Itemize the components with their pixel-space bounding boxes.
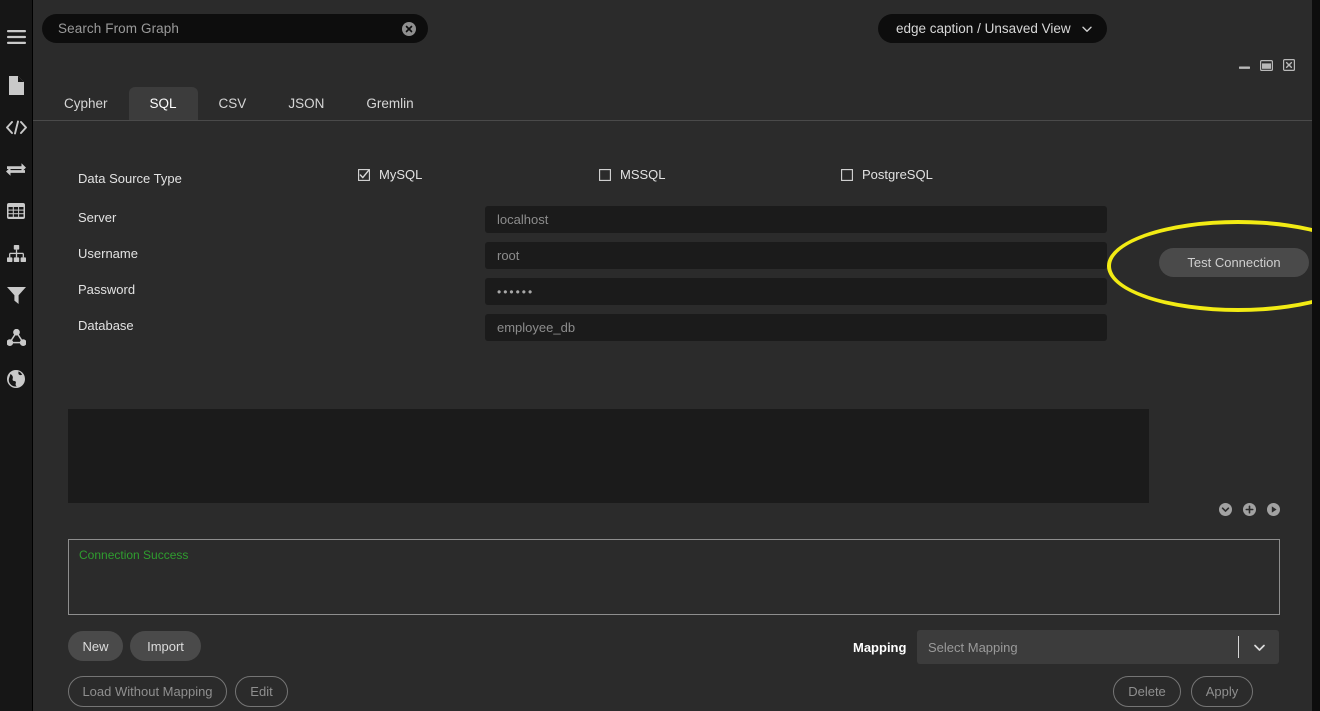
search-input[interactable]: Search From Graph	[42, 14, 428, 43]
connection-status-message: Connection Success	[79, 548, 1269, 562]
database-label: Database	[78, 314, 134, 338]
hierarchy-icon[interactable]	[0, 232, 33, 274]
tab-csv[interactable]: CSV	[198, 87, 268, 120]
delete-button[interactable]: Delete	[1113, 676, 1181, 707]
console-output[interactable]: Connection Success	[68, 539, 1280, 615]
test-connection-button[interactable]: Test Connection	[1159, 248, 1309, 277]
application-window: Search From Graph edge caption / Unsaved…	[0, 0, 1320, 711]
password-row: Password ••••••	[33, 278, 1320, 302]
checkbox-postgresql-label: PostgreSQL	[862, 167, 933, 182]
server-input[interactable]: localhost	[485, 206, 1107, 233]
username-input[interactable]: root	[485, 242, 1107, 269]
maximize-button[interactable]	[1260, 58, 1273, 76]
server-label: Server	[78, 206, 116, 230]
search-placeholder: Search From Graph	[58, 21, 402, 36]
top-bar: Search From Graph edge caption / Unsaved…	[33, 0, 1320, 88]
table-icon[interactable]	[0, 190, 33, 232]
filter-icon[interactable]	[0, 274, 33, 316]
swap-arrows-icon[interactable]	[0, 148, 33, 190]
view-selector[interactable]: edge caption / Unsaved View	[878, 14, 1107, 43]
close-button[interactable]	[1283, 58, 1295, 76]
mapping-select[interactable]: Select Mapping	[917, 630, 1279, 664]
checkbox-mysql-label: MySQL	[379, 167, 422, 182]
checkbox-unchecked-icon	[599, 169, 611, 181]
main-area: Search From Graph edge caption / Unsaved…	[33, 0, 1320, 711]
checkbox-postgresql[interactable]: PostgreSQL	[841, 167, 933, 182]
tab-sql[interactable]: SQL	[129, 87, 198, 120]
document-icon[interactable]	[0, 64, 33, 106]
code-icon[interactable]	[0, 106, 33, 148]
editor-action-icons	[1219, 503, 1280, 516]
chevron-down-circle-icon[interactable]	[1219, 503, 1232, 516]
data-source-type-label: Data Source Type	[78, 167, 182, 191]
checkbox-checked-icon	[358, 169, 370, 181]
import-button[interactable]: Import	[130, 631, 201, 661]
chevron-down-icon[interactable]	[1239, 640, 1279, 655]
username-row: Username root	[33, 242, 1320, 266]
tab-json[interactable]: JSON	[267, 87, 345, 120]
checkbox-mssql-label: MSSQL	[620, 167, 666, 182]
data-source-type-row: Data Source Type MySQL MSSQL	[33, 167, 1320, 191]
mapping-select-placeholder: Select Mapping	[917, 640, 1238, 655]
password-input[interactable]: ••••••	[485, 278, 1107, 305]
mapping-label: Mapping	[853, 640, 906, 655]
checkbox-mysql[interactable]: MySQL	[358, 167, 422, 182]
network-icon[interactable]	[0, 316, 33, 358]
sql-connection-panel: Data Source Type MySQL MSSQL	[33, 121, 1320, 710]
password-label: Password	[78, 278, 135, 302]
tab-cypher[interactable]: Cypher	[43, 87, 129, 120]
query-editor[interactable]	[68, 409, 1149, 503]
server-row: Server localhost	[33, 206, 1320, 230]
clear-circle-icon[interactable]	[402, 22, 416, 36]
tab-gremlin[interactable]: Gremlin	[345, 87, 434, 120]
plus-circle-icon[interactable]	[1243, 503, 1256, 516]
checkbox-mssql[interactable]: MSSQL	[599, 167, 666, 182]
database-row: Database employee_db	[33, 314, 1320, 338]
window-controls	[1239, 58, 1295, 76]
right-edge-strip	[1312, 0, 1320, 711]
chevron-down-icon	[1081, 23, 1093, 35]
new-button[interactable]: New	[68, 631, 123, 661]
play-circle-icon[interactable]	[1267, 503, 1280, 516]
tab-bar: Cypher SQL CSV JSON Gremlin	[33, 88, 1320, 121]
database-input[interactable]: employee_db	[485, 314, 1107, 341]
view-selector-label: edge caption / Unsaved View	[896, 21, 1071, 36]
minimize-button[interactable]	[1239, 58, 1250, 76]
edit-button[interactable]: Edit	[235, 676, 288, 707]
checkbox-unchecked-icon	[841, 169, 853, 181]
load-without-mapping-button[interactable]: Load Without Mapping	[68, 676, 227, 707]
apply-button[interactable]: Apply	[1191, 676, 1253, 707]
menu-icon[interactable]	[0, 16, 33, 58]
globe-icon[interactable]	[0, 358, 33, 400]
left-icon-rail	[0, 0, 33, 711]
username-label: Username	[78, 242, 138, 266]
